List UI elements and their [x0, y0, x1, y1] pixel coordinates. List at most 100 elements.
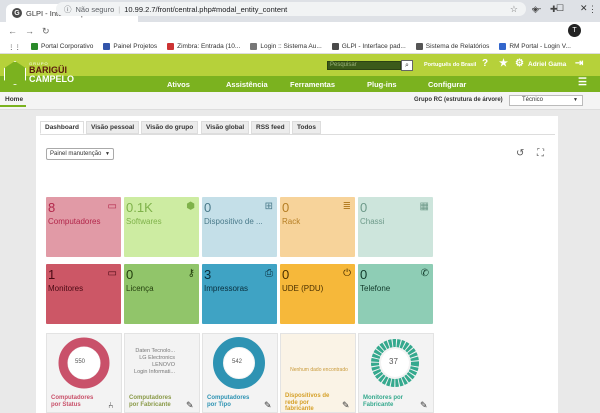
fullscreen-icon[interactable]: ⛶	[537, 148, 544, 159]
search-icon[interactable]: ⌕	[401, 60, 413, 71]
help-icon[interactable]: ?	[482, 58, 488, 69]
group-label: Grupo RC (estrutura de árvore)	[414, 97, 503, 103]
chevron-down-icon: ▼	[573, 97, 578, 103]
tile-rack[interactable]: 0 Rack ≣	[280, 197, 355, 257]
server-icon: ≣	[342, 201, 351, 212]
bookmark-item[interactable]: Login :: Sistema Au...	[250, 43, 322, 50]
back-icon[interactable]: ←	[8, 26, 17, 36]
widget-title: Computadores por Fabricante	[129, 395, 172, 408]
plug-icon: ⏻	[343, 268, 351, 279]
no-data-text: Nenhum dado encontrado	[290, 367, 348, 373]
url-separator: |	[118, 4, 121, 14]
logout-icon[interactable]: ⇥	[575, 58, 583, 69]
menu-ferramentas[interactable]: Ferramentas	[290, 80, 335, 89]
preferences-gear-icon[interactable]: ⚙	[515, 58, 524, 69]
hamburger-menu-icon[interactable]: ☰	[578, 77, 587, 88]
edit-icon[interactable]: ✎	[342, 400, 350, 411]
monitor-icon: ▭	[107, 268, 117, 279]
tile-monitores[interactable]: 1 Monitores ▭	[46, 264, 121, 324]
favorite-star-icon[interactable]: ★	[499, 58, 508, 69]
tile-computadores[interactable]: 8 Computadores ▭	[46, 197, 121, 257]
bookmark-item[interactable]: Portal Corporativo	[31, 43, 93, 50]
breadcrumb-home[interactable]: Home	[5, 96, 23, 103]
menu-plugins[interactable]: Plug-ins	[367, 80, 397, 89]
url-field[interactable]: ⓘ Não seguro | 10.99.2.7/front/central.p…	[56, 2, 526, 16]
language-selector[interactable]: Português do Brasil	[424, 62, 476, 68]
glpi-favicon-icon: G	[12, 8, 22, 18]
bookmark-favicon-icon	[250, 43, 258, 50]
bookmark-favicon-icon	[499, 43, 507, 50]
tab-visao-grupo[interactable]: Visão do grupo	[141, 121, 199, 134]
bookmark-star-icon[interactable]: ☆	[510, 4, 518, 15]
widget-title: Monitores por Fabricante	[363, 395, 403, 408]
extension-puzzle-icon[interactable]: ✚	[550, 4, 558, 15]
edit-icon[interactable]: ✎	[264, 400, 272, 411]
tile-dispositivo-rede[interactable]: 0 Dispositivo de ... ⊞	[202, 197, 277, 257]
forward-icon[interactable]: →	[25, 26, 34, 36]
widget-title: Dispositivos de rede por fabricante	[285, 393, 330, 413]
profile-avatar[interactable]: T	[568, 24, 581, 37]
bookmark-item[interactable]: RM Portal - Login V...	[499, 43, 571, 50]
reload-icon[interactable]: ↻	[42, 26, 50, 37]
menu-assistencia[interactable]: Assistência	[226, 80, 268, 89]
chevron-down-icon: ▼	[105, 151, 110, 157]
address-bar-row: ← → ↻	[0, 22, 600, 40]
bookmark-item[interactable]: GLPI - Interface pad...	[331, 43, 406, 50]
printer-icon: ⎙	[265, 268, 273, 279]
extension-icon[interactable]: ◈	[532, 4, 539, 15]
security-label: Não seguro	[75, 4, 115, 14]
global-search-input[interactable]: Pesquisar	[327, 61, 401, 70]
widget-monitores-fabricante: 37 Monitores por Fabricante ✎	[358, 333, 434, 413]
grid-icon: ▦	[419, 201, 429, 212]
group-select[interactable]: Técnico ▼	[509, 95, 583, 106]
tile-chassi[interactable]: 0 Chassi ▦	[358, 197, 433, 257]
donut-center-value: 550	[75, 359, 86, 365]
edit-icon[interactable]: ✎	[420, 400, 428, 411]
browser-menu-icon[interactable]: ⋮	[588, 4, 597, 15]
widget-computadores-tipo: 542 Computadores por Tipo ✎	[202, 333, 278, 413]
tile-ude-pdu[interactable]: 0 UDE (PDU) ⏻	[280, 264, 355, 324]
widget-title: Computadores por Tipo	[207, 395, 250, 408]
cube-icon: ⬢	[186, 201, 195, 212]
bookmark-favicon-icon	[31, 43, 38, 50]
donut-center-value: 37	[389, 357, 398, 366]
edit-icon[interactable]: ✎	[186, 400, 194, 411]
menu-ativos[interactable]: Ativos	[167, 80, 190, 89]
donut-center-value: 542	[232, 359, 243, 365]
url-text: 10.99.2.7/front/central.php#modal_entity…	[124, 4, 288, 14]
network-icon: ⊞	[264, 201, 273, 212]
phone-icon: ✆	[420, 268, 429, 279]
menu-configurar[interactable]: Configurar	[428, 80, 466, 89]
warning-icon: ⓘ	[64, 4, 72, 14]
widget-title: Computadores por Status	[51, 395, 94, 408]
tab-rss-feed[interactable]: RSS feed	[251, 121, 290, 134]
bookmark-favicon-icon	[331, 43, 339, 50]
company-logo[interactable]: GRUPO BARIGÜI CAMPELO	[4, 56, 74, 90]
bookmark-favicon-icon	[103, 43, 111, 50]
tile-impressoras[interactable]: 3 Impressoras ⎙	[202, 264, 277, 324]
history-icon[interactable]: ↺	[516, 148, 524, 159]
logo-mark-icon	[4, 61, 26, 85]
fabricante-list: Daten Tecnolo... LG Electronics LENOVO L…	[134, 348, 175, 375]
tab-dashboard[interactable]: Dashboard	[40, 121, 84, 134]
widget-dispositivos-rede-fabricante: Nenhum dado encontrado Dispositivos de r…	[280, 333, 356, 413]
bookmark-favicon-icon	[167, 43, 175, 50]
bookmark-item[interactable]: Sistema de Relatórios	[415, 43, 489, 50]
tab-visao-pessoal[interactable]: Visão pessoal	[86, 121, 140, 134]
bookmarks-bar: ⋮⋮ Portal Corporativo Painel Projetos Zi…	[0, 40, 600, 54]
key-icon: ⚷	[187, 268, 195, 279]
tab-todos[interactable]: Todos	[292, 121, 322, 134]
bookmark-item[interactable]: Zimbra: Entrada (10...	[167, 43, 240, 50]
dashboard-select[interactable]: Painel manutenção ▼	[46, 148, 114, 160]
breadcrumb-underline	[0, 105, 26, 107]
tile-telefone[interactable]: 0 Telefone ✆	[358, 264, 433, 324]
tile-softwares[interactable]: 0.1K Softwares ⬢	[124, 197, 199, 257]
glpi-top-bar	[0, 54, 600, 76]
bookmark-item[interactable]: Painel Projetos	[103, 43, 157, 50]
apps-icon[interactable]: ⋮⋮	[8, 43, 21, 51]
user-name-link[interactable]: Adriel Gama	[528, 61, 566, 68]
close-window-icon[interactable]: ✕	[580, 3, 588, 14]
tab-visao-global[interactable]: Visão global	[201, 121, 250, 134]
sitemap-icon[interactable]: ⑃	[108, 400, 113, 410]
tile-licenca[interactable]: 0 Licença ⚷	[124, 264, 199, 324]
